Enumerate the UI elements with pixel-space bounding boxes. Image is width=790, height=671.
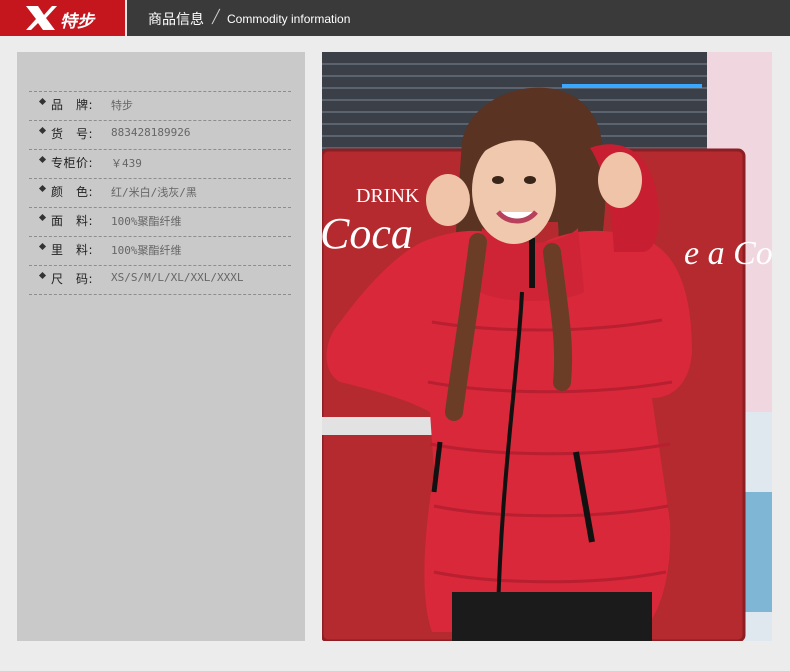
row-divider — [29, 207, 291, 208]
diamond-bullet-icon — [38, 155, 47, 164]
model-photo-illustration: DRINK Coca e a Coke — [322, 52, 772, 641]
info-row-item-number: 货 号: 883428189926 — [29, 120, 291, 148]
diamond-bullet-icon — [38, 271, 47, 280]
row-divider — [29, 265, 291, 266]
info-value: 100%聚酯纤维 — [111, 215, 182, 228]
info-value: XS/S/M/L/XL/XXL/XXXL — [111, 271, 244, 284]
info-value: 883428189926 — [111, 126, 191, 139]
section-title-en: Commodity information — [227, 12, 351, 26]
info-value: 红/米白/浅灰/黑 — [111, 186, 197, 199]
info-value: ￥439 — [111, 157, 142, 170]
info-row-brand: 品 牌: 特步 — [29, 91, 291, 119]
info-row-lining: 里 料: 100%聚酯纤维 — [29, 236, 291, 264]
info-label: 里 料: — [51, 243, 94, 257]
header-bar: 特步 商品信息 ╱ Commodity information — [0, 0, 790, 36]
info-label: 面 料: — [51, 214, 94, 228]
brand-logo[interactable]: 特步 — [0, 0, 125, 36]
info-label: 颜 色: — [51, 185, 94, 199]
section-title-cn: 商品信息 — [148, 12, 204, 28]
row-divider — [29, 236, 291, 237]
header-divider — [125, 0, 127, 36]
diamond-bullet-icon — [38, 242, 47, 251]
info-row-price: 专柜价: ￥439 — [29, 149, 291, 177]
row-divider — [29, 91, 291, 92]
diamond-bullet-icon — [38, 184, 47, 193]
diamond-bullet-icon — [38, 126, 47, 135]
sign-text-coke: e a Coke — [684, 235, 772, 272]
diamond-bullet-icon — [38, 97, 47, 106]
xtep-x-logo-icon — [26, 6, 57, 30]
product-info-panel: 品 牌: 特步 货 号: 883428189926 专柜价: ￥439 颜 色:… — [17, 52, 305, 641]
info-value: 100%聚酯纤维 — [111, 244, 182, 257]
info-value: 特步 — [111, 99, 133, 112]
diamond-bullet-icon — [38, 213, 47, 222]
sign-text-drink: DRINK — [356, 185, 420, 207]
row-divider — [29, 149, 291, 150]
row-divider-bottom — [29, 294, 291, 295]
sign-text-coca: Coca — [322, 209, 413, 258]
info-row-color: 颜 色: 红/米白/浅灰/黑 — [29, 178, 291, 206]
info-label: 专柜价: — [51, 156, 94, 170]
row-divider — [29, 120, 291, 121]
info-row-size: 尺 码: XS/S/M/L/XL/XXL/XXXL — [29, 265, 291, 293]
info-label: 品 牌: — [51, 98, 94, 112]
product-photo: DRINK Coca e a Coke — [322, 52, 772, 641]
row-divider — [29, 178, 291, 179]
info-label: 尺 码: — [51, 272, 94, 286]
info-label: 货 号: — [51, 127, 94, 141]
section-title-separator: ╱ — [212, 10, 220, 25]
brand-logo-text: 特步 — [60, 12, 94, 32]
info-row-fabric: 面 料: 100%聚酯纤维 — [29, 207, 291, 235]
